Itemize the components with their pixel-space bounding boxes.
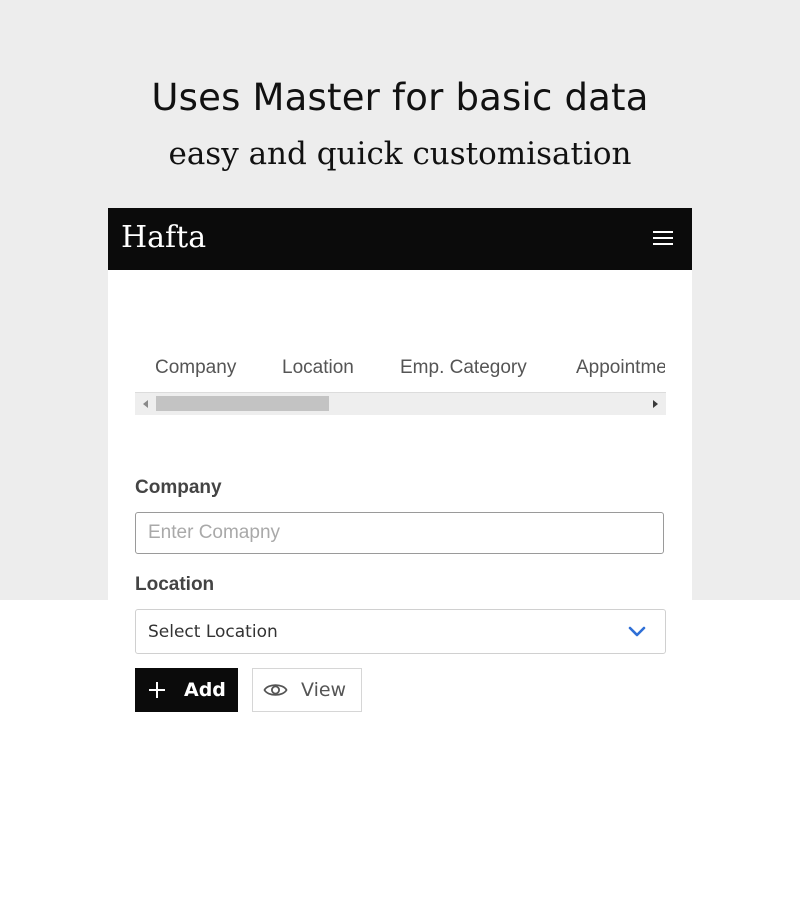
master-tabs: Company Location Emp. Category Appointme… bbox=[135, 356, 665, 380]
tab-company[interactable]: Company bbox=[155, 356, 236, 380]
eye-icon bbox=[263, 684, 288, 696]
location-select-value: Select Location bbox=[148, 622, 278, 642]
tab-location[interactable]: Location bbox=[282, 356, 354, 380]
tabs-scrollbar[interactable] bbox=[135, 392, 666, 415]
brand-logo[interactable]: Hafta bbox=[121, 218, 206, 258]
scroll-left-arrow-icon[interactable] bbox=[143, 400, 148, 408]
add-button[interactable]: Add bbox=[135, 668, 238, 712]
company-input[interactable] bbox=[135, 512, 664, 554]
scroll-right-arrow-icon[interactable] bbox=[653, 400, 658, 408]
add-button-label: Add bbox=[184, 679, 226, 701]
chevron-down-icon bbox=[628, 626, 646, 637]
promo-headline: Uses Master for basic data bbox=[151, 76, 649, 119]
promo-subheadline: easy and quick customisation bbox=[168, 136, 632, 172]
hamburger-menu-icon[interactable] bbox=[652, 228, 674, 248]
company-label: Company bbox=[135, 477, 222, 498]
tab-appointment[interactable]: Appointment bbox=[576, 356, 665, 380]
location-label: Location bbox=[135, 574, 215, 595]
app-screen: Hafta Company Location Emp. Category App… bbox=[108, 208, 692, 600]
tab-emp-category[interactable]: Emp. Category bbox=[400, 356, 527, 380]
plus-icon bbox=[149, 682, 165, 698]
top-navbar: Hafta bbox=[108, 208, 692, 270]
view-button[interactable]: View bbox=[252, 668, 362, 712]
scrollbar-thumb[interactable] bbox=[156, 396, 329, 411]
view-button-label: View bbox=[301, 679, 347, 701]
location-select[interactable]: Select Location bbox=[135, 609, 666, 654]
